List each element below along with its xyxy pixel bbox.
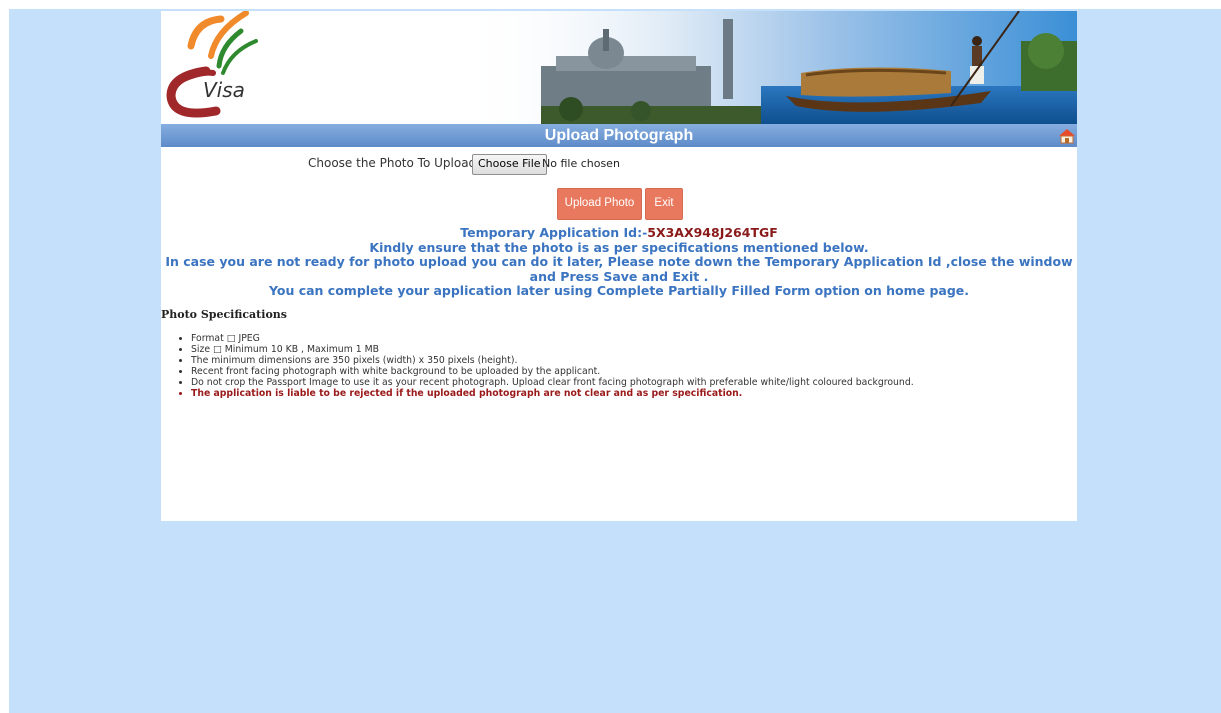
header-banner: Visa bbox=[161, 11, 1077, 124]
temp-application-id: Temporary Application Id:-5X3AX948J264TG… bbox=[161, 225, 1077, 241]
file-status-text: No file chosen bbox=[542, 157, 620, 170]
photo-specifications-title: Photo Specifications bbox=[161, 308, 287, 321]
logo-text: Visa bbox=[203, 78, 245, 102]
upload-label: Choose the Photo To Upload bbox=[308, 156, 477, 170]
choose-file-button[interactable]: Choose File bbox=[472, 154, 547, 175]
spec-item-format: Format □ JPEG bbox=[191, 333, 914, 344]
notice-line-spec: Kindly ensure that the photo is as per s… bbox=[369, 239, 869, 255]
upload-photo-button[interactable]: Upload Photo bbox=[557, 188, 642, 220]
evisa-logo: Visa bbox=[166, 11, 258, 118]
main-container: Visa Upload Photograph Choose the Photo … bbox=[161, 11, 1077, 521]
notice-line-later: In case you are not ready for photo uplo… bbox=[165, 254, 1073, 284]
appid-value: 5X3AX948J264TGF bbox=[647, 225, 778, 240]
page-title: Upload Photograph bbox=[544, 127, 694, 144]
spec-item-background: Recent front facing photograph with whit… bbox=[191, 366, 914, 377]
spec-item-dimensions: The minimum dimensions are 350 pixels (w… bbox=[191, 355, 914, 366]
banner-image bbox=[461, 11, 1077, 124]
title-bar: Upload Photograph bbox=[161, 124, 1077, 147]
spec-warning: The application is liable to be rejected… bbox=[191, 388, 914, 399]
spec-item-size: Size □ Minimum 10 KB , Maximum 1 MB bbox=[191, 344, 914, 355]
appid-label: Temporary Application Id:- bbox=[460, 225, 648, 240]
upload-row: Choose the Photo To Upload Choose File N… bbox=[161, 154, 1077, 175]
specifications-list: Format □ JPEG Size □ Minimum 10 KB , Max… bbox=[175, 333, 914, 400]
exit-button[interactable]: Exit bbox=[645, 188, 683, 220]
notice-block: Temporary Application Id:-5X3AX948J264TG… bbox=[161, 225, 1077, 299]
notice-line-complete: You can complete your application later … bbox=[268, 283, 970, 298]
home-icon[interactable] bbox=[1058, 127, 1076, 144]
spec-item-crop: Do not crop the Passport Image to use it… bbox=[191, 377, 914, 388]
